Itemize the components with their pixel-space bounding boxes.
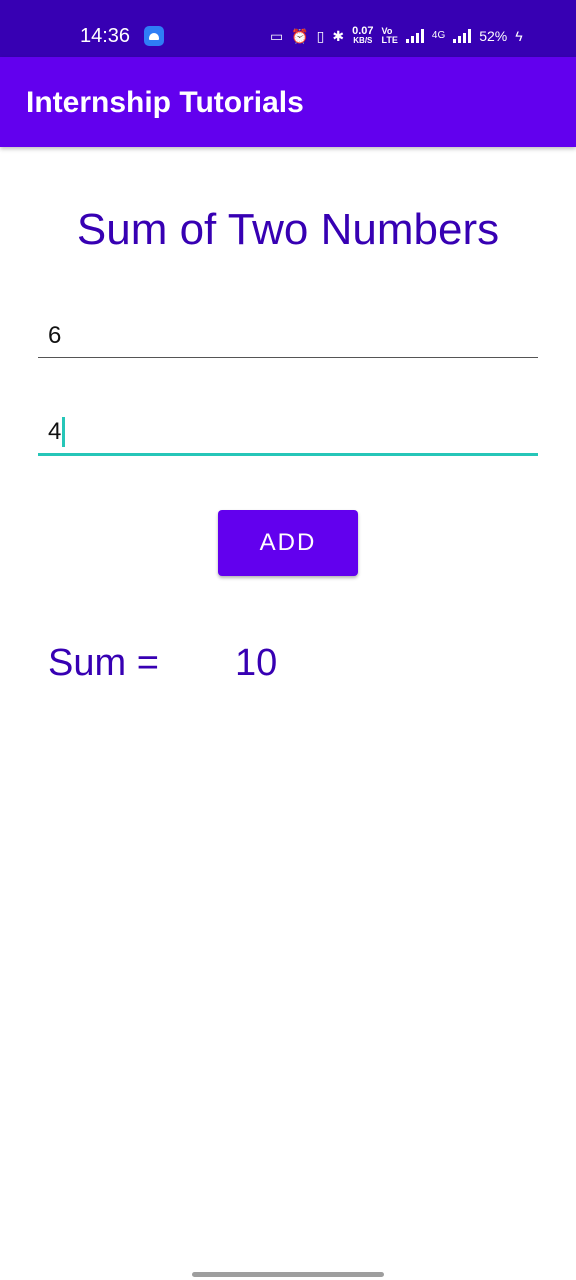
status-time: 14:36: [80, 25, 131, 47]
charging-icon: ϟ: [515, 28, 523, 44]
battery-level: 52%: [479, 28, 508, 44]
screen-record-icon: ▭: [270, 28, 284, 44]
volte-bottom: LTE: [381, 35, 398, 45]
signal-icon: [405, 29, 424, 43]
alarm-icon: ⏰: [291, 28, 309, 44]
net-speed: 0.07 KB/S: [352, 26, 373, 46]
status-icons: ▭ ⏰ ▯ ✱ 0.07 KB/S Vo LTE 4G 52% ϟ: [270, 24, 523, 48]
signal-icon-2: [453, 29, 472, 43]
android-icon: [144, 26, 164, 46]
sum-value: 10: [235, 642, 278, 684]
first-number-field[interactable]: 6: [38, 308, 538, 358]
net-speed-value: 0.07: [352, 25, 374, 37]
first-number-value: 6: [48, 322, 62, 349]
second-number-field[interactable]: 4: [38, 406, 538, 456]
vibrate-icon: ▯: [316, 28, 325, 44]
add-button[interactable]: ADD: [218, 510, 358, 576]
volte-indicator: Vo LTE: [382, 27, 398, 45]
gesture-nav-handle[interactable]: [192, 1272, 384, 1277]
net-speed-unit: KB/S: [353, 36, 373, 45]
status-bar: 14:36 ▭ ⏰ ▯ ✱ 0.07 KB/S Vo LTE 4G 52% ϟ: [0, 0, 576, 57]
app-bar: Internship Tutorials: [0, 57, 576, 147]
sum-label: Sum =: [48, 642, 159, 684]
text-caret: [62, 417, 65, 447]
page-title: Sum of Two Numbers: [76, 205, 500, 254]
bluetooth-icon: ✱: [332, 28, 345, 44]
second-number-value: 4: [48, 418, 62, 445]
app-title: Internship Tutorials: [26, 86, 304, 119]
network-type: 4G: [431, 30, 446, 41]
